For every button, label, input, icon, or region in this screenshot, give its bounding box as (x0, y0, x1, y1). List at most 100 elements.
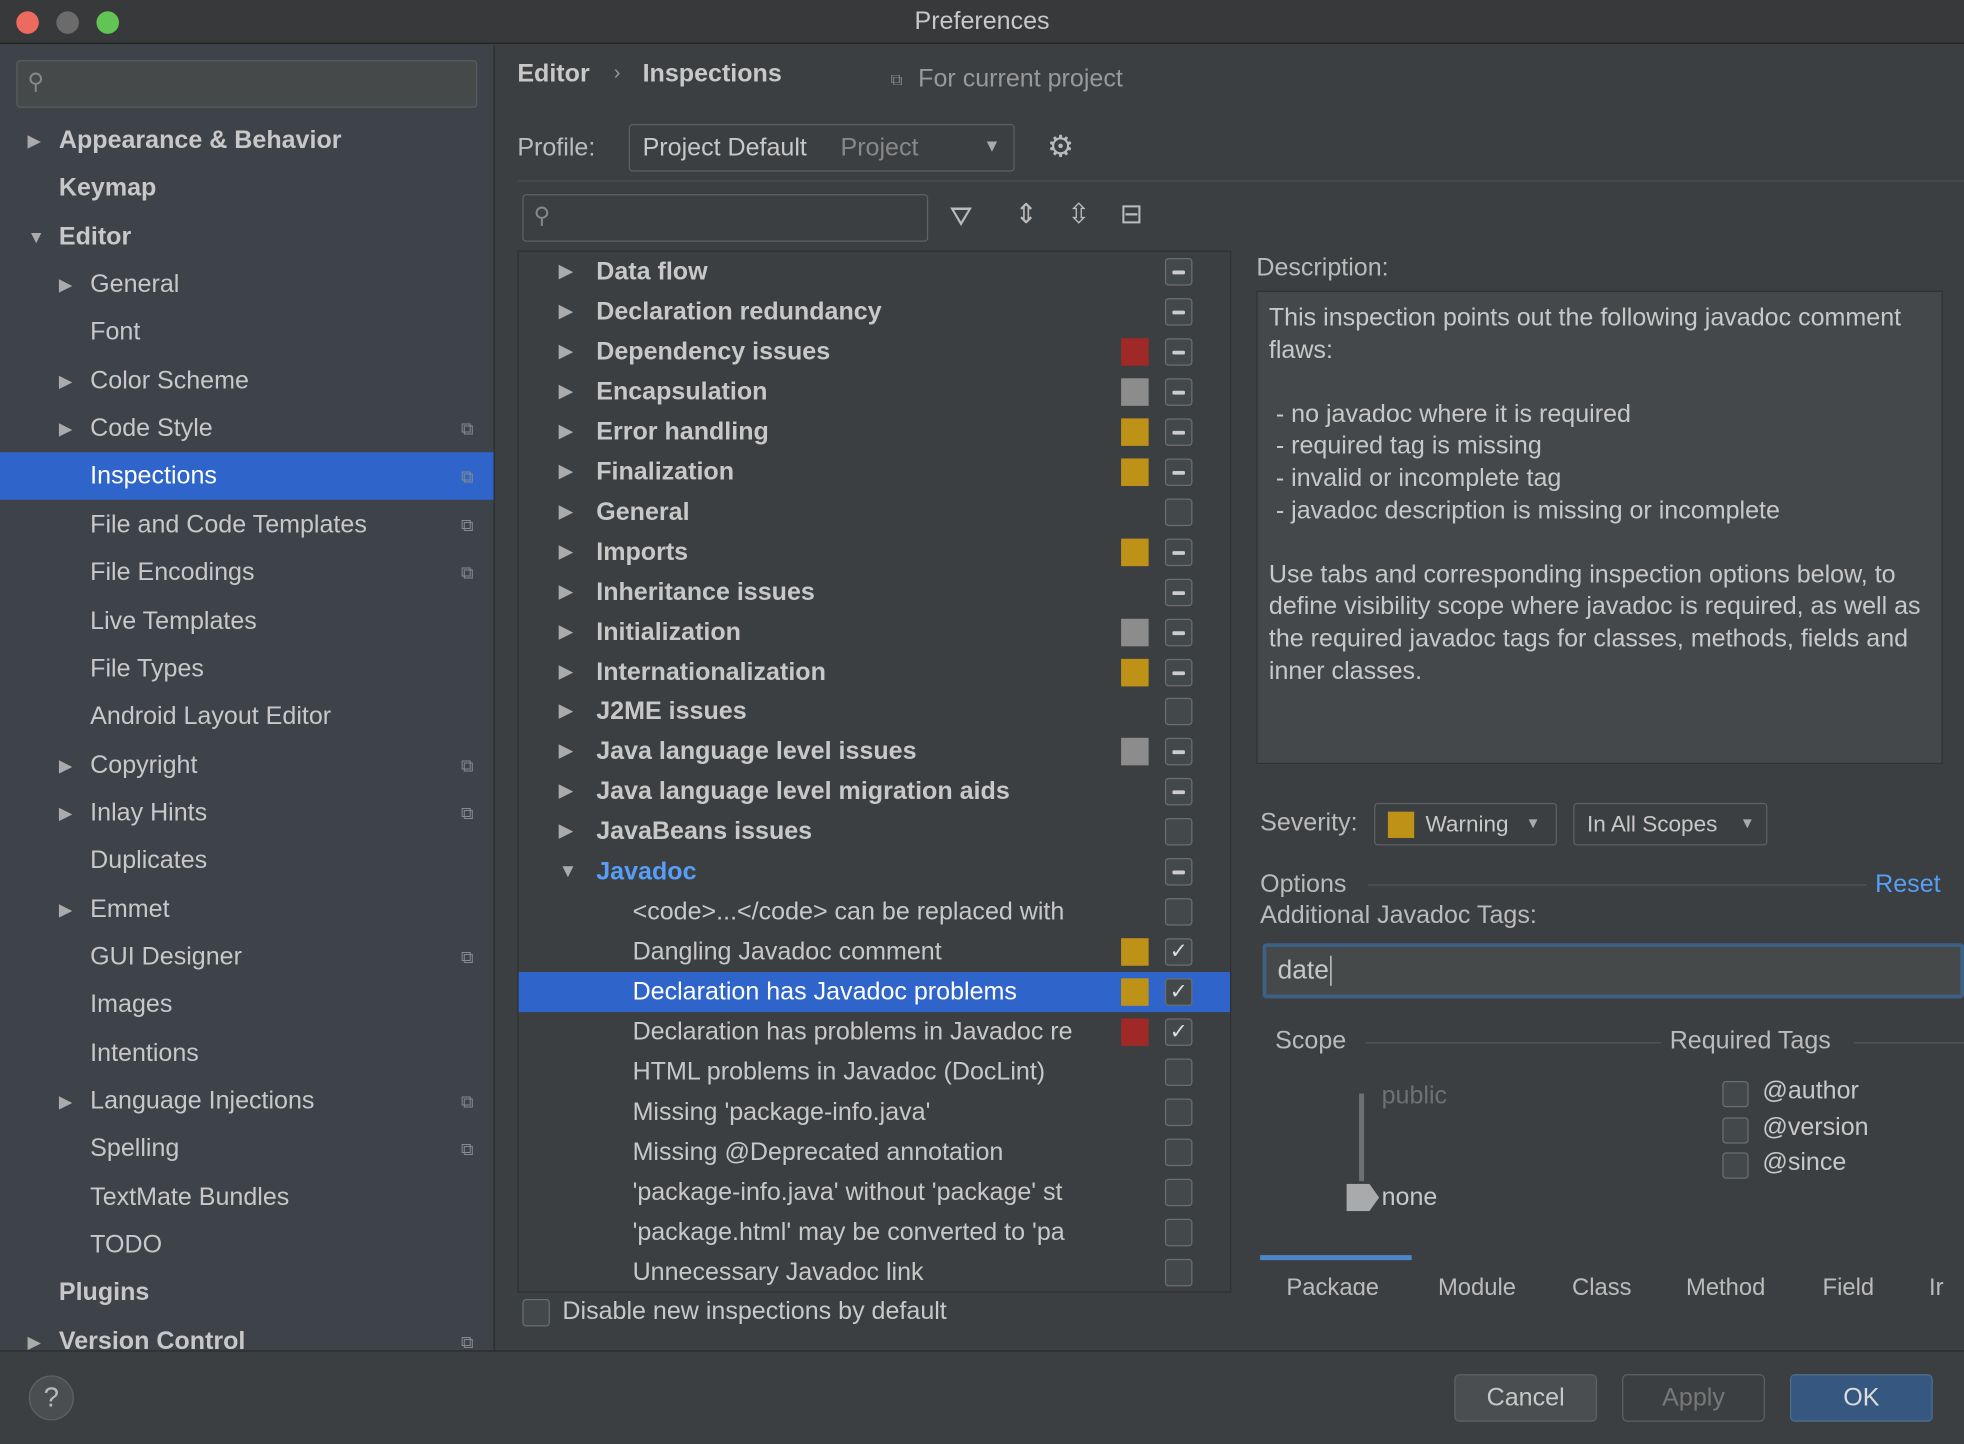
chevron-down-icon[interactable]: ▼ (28, 213, 45, 261)
reset-link[interactable]: Reset (1875, 871, 1940, 900)
chevron-right-icon[interactable]: ▶ (559, 652, 573, 692)
chevron-right-icon[interactable]: ▶ (59, 261, 73, 309)
chevron-right-icon[interactable]: ▶ (559, 532, 573, 572)
enable-checkbox[interactable] (1164, 338, 1193, 366)
severity-dropdown[interactable]: Warning ▼ (1374, 802, 1557, 846)
sidebar-item-duplicates[interactable]: Duplicates (0, 837, 494, 885)
enable-checkbox[interactable] (1164, 258, 1193, 286)
profile-dropdown[interactable]: Project Default Project ▼ (628, 124, 1015, 172)
sidebar-item-plugins[interactable]: Plugins (0, 1269, 494, 1317)
tree-row[interactable]: Missing 'package-info.java' (519, 1092, 1230, 1132)
enable-checkbox[interactable] (1164, 738, 1193, 766)
chevron-right-icon[interactable]: ▶ (559, 612, 573, 652)
chevron-right-icon[interactable]: ▶ (559, 452, 573, 492)
tree-row[interactable]: ▶ Data flow (519, 252, 1230, 292)
ok-button[interactable]: OK (1789, 1374, 1933, 1422)
scope-slider-thumb[interactable] (1346, 1183, 1380, 1212)
chevron-right-icon[interactable]: ▶ (559, 812, 573, 852)
sidebar-item-intentions[interactable]: Intentions (0, 1029, 494, 1077)
tree-row[interactable]: ▶ J2ME issues (519, 692, 1230, 732)
sidebar-item-code-style[interactable]: ▶ Code Style ⧉ (0, 405, 494, 453)
tab-module[interactable]: Module (1438, 1275, 1516, 1295)
enable-checkbox[interactable] (1164, 418, 1193, 446)
close-window-button[interactable] (16, 11, 39, 34)
tree-row[interactable]: ▶ Encapsulation (519, 372, 1230, 412)
filter-icon[interactable]: ⛛ (949, 200, 972, 233)
sidebar-item-emmet[interactable]: ▶ Emmet (0, 885, 494, 933)
chevron-right-icon[interactable]: ▶ (559, 332, 573, 372)
enable-checkbox[interactable] (1164, 858, 1193, 886)
sidebar-item-language-injections[interactable]: ▶ Language Injections ⧉ (0, 1077, 494, 1125)
chevron-right-icon[interactable]: ▶ (559, 372, 573, 412)
tree-row[interactable]: Dangling Javadoc comment ✓ (519, 932, 1230, 972)
chevron-right-icon[interactable]: ▶ (559, 772, 573, 812)
chevron-right-icon[interactable]: ▶ (559, 732, 573, 772)
cancel-button[interactable]: Cancel (1454, 1374, 1598, 1422)
reset-to-default-icon[interactable]: ⊟ (1120, 198, 1143, 231)
sidebar-item-font[interactable]: Font (0, 309, 494, 357)
tree-row[interactable]: Declaration has problems in Javadoc re ✓ (519, 1012, 1230, 1052)
tree-row[interactable]: ▶ Inheritance issues (519, 572, 1230, 612)
enable-checkbox[interactable] (1164, 1218, 1193, 1247)
sidebar-item-inlay-hints[interactable]: ▶ Inlay Hints ⧉ (0, 789, 494, 837)
tree-row[interactable]: ▶ Error handling (519, 412, 1230, 452)
sidebar-item-appearance-behavior[interactable]: ▶ Appearance & Behavior (0, 116, 494, 164)
sidebar-item-copyright[interactable]: ▶ Copyright ⧉ (0, 741, 494, 789)
tree-row[interactable]: Missing @Deprecated annotation (519, 1132, 1230, 1172)
sidebar-item-color-scheme[interactable]: ▶ Color Scheme (0, 357, 494, 405)
additional-tags-input[interactable]: date (1262, 943, 1964, 999)
sidebar-item-general[interactable]: ▶ General (0, 261, 494, 309)
tab-method[interactable]: Method (1686, 1275, 1765, 1295)
scope-dropdown[interactable]: In All Scopes ▼ (1573, 802, 1768, 846)
sidebar-item-editor[interactable]: ▼ Editor (0, 213, 494, 261)
tab-class[interactable]: Class (1572, 1275, 1632, 1295)
sidebar-item-keymap[interactable]: Keymap (0, 165, 494, 213)
sidebar-item-file-encodings[interactable]: File Encodings ⧉ (0, 549, 494, 597)
chevron-right-icon[interactable]: ▶ (559, 252, 573, 292)
inspection-search-input[interactable]: ⚲ (522, 194, 929, 242)
apply-button[interactable]: Apply (1622, 1374, 1765, 1422)
chevron-down-icon[interactable]: ▼ (559, 852, 578, 892)
required-tag-checkbox[interactable] (1722, 1116, 1749, 1144)
tree-row[interactable]: ▶ Initialization (519, 612, 1230, 652)
collapse-all-icon[interactable]: ⇳ (1067, 198, 1090, 231)
enable-checkbox[interactable] (1164, 1058, 1193, 1087)
sidebar-item-textmate-bundles[interactable]: TextMate Bundles (0, 1173, 494, 1221)
chevron-right-icon[interactable]: ▶ (28, 1317, 42, 1365)
tree-row[interactable]: 'package-info.java' without 'package' st (519, 1172, 1230, 1212)
enable-checkbox[interactable] (1164, 618, 1193, 646)
sidebar-item-inspections[interactable]: Inspections ⧉ (0, 452, 494, 501)
tree-row[interactable]: ▶ Declaration redundancy (519, 292, 1230, 332)
enable-checkbox[interactable] (1164, 538, 1193, 566)
chevron-right-icon[interactable]: ▶ (59, 357, 73, 405)
tree-row[interactable]: Declaration has Javadoc problems ✓ (518, 972, 1231, 1013)
enable-checkbox[interactable] (1164, 1178, 1193, 1207)
zoom-window-button[interactable] (96, 11, 119, 34)
chevron-right-icon[interactable]: ▶ (59, 405, 73, 453)
sidebar-item-file-types[interactable]: File Types (0, 645, 494, 693)
enable-checkbox[interactable] (1164, 698, 1193, 726)
required-tag-checkbox[interactable] (1722, 1152, 1749, 1180)
enable-checkbox[interactable] (1164, 378, 1193, 406)
sidebar-item-file-and-code-templates[interactable]: File and Code Templates ⧉ (0, 501, 494, 549)
tree-row[interactable]: ▶ Internationalization (519, 652, 1230, 692)
chevron-right-icon[interactable]: ▶ (59, 789, 73, 837)
chevron-right-icon[interactable]: ▶ (559, 492, 573, 532)
tab-ir[interactable]: Ir (1929, 1275, 1944, 1295)
tree-row[interactable]: ▶ Imports (519, 532, 1230, 572)
tree-row[interactable]: ▶ Finalization (519, 452, 1230, 492)
minimize-window-button[interactable] (56, 11, 79, 34)
tree-row[interactable]: ▶ Java language level issues (519, 732, 1230, 772)
sidebar-item-todo[interactable]: TODO (0, 1221, 494, 1269)
sidebar-search-input[interactable]: ⚲ (16, 60, 478, 108)
tree-row[interactable]: 'package.html' may be converted to 'pa (519, 1212, 1230, 1252)
tree-row[interactable]: ▶ General (519, 492, 1230, 532)
enable-checkbox[interactable] (1164, 298, 1193, 326)
disable-new-checkbox[interactable] (522, 1298, 550, 1327)
sidebar-item-gui-designer[interactable]: GUI Designer ⧉ (0, 933, 494, 981)
tree-row[interactable]: <code>...</code> can be replaced with (519, 892, 1230, 932)
tree-row[interactable]: ▶ Dependency issues (519, 332, 1230, 372)
enable-checkbox[interactable] (1164, 818, 1193, 846)
sidebar-item-spelling[interactable]: Spelling ⧉ (0, 1125, 494, 1173)
tree-row[interactable]: ▶ JavaBeans issues (519, 812, 1230, 852)
